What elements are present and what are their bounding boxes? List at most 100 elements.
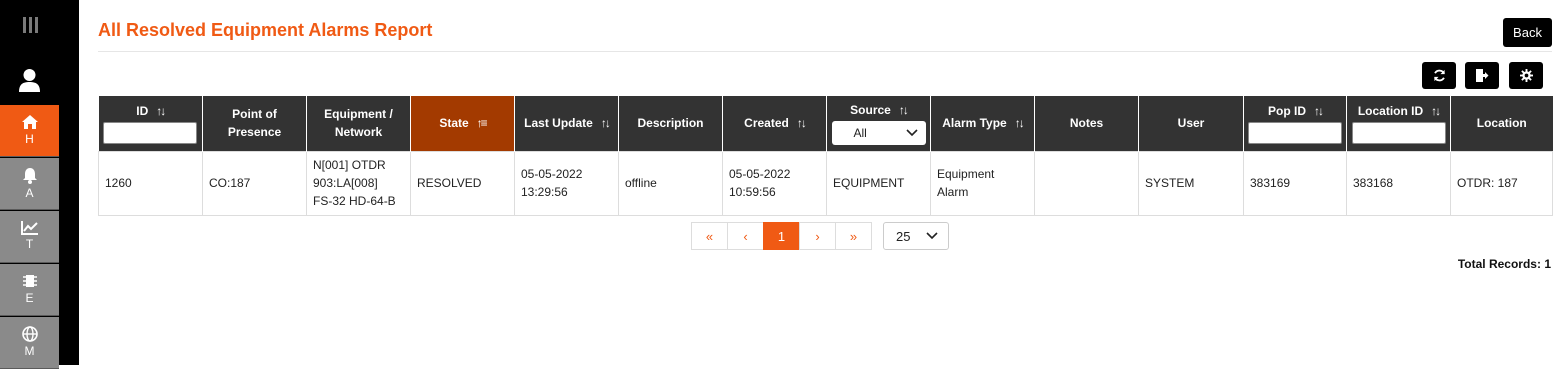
col-notes: Notes — [1034, 96, 1139, 151]
sidebar-item-equipment[interactable]: E — [0, 264, 59, 316]
sort-icon[interactable]: ↑↓ — [601, 114, 611, 132]
sidebar-item-label: M — [24, 344, 35, 358]
menu-icon[interactable] — [22, 17, 40, 35]
sort-icon[interactable]: ↑↓ — [899, 101, 909, 119]
col-alarm-type[interactable]: Alarm Type ↑↓ — [930, 96, 1035, 151]
prev-page-button[interactable]: ‹ — [727, 222, 764, 250]
last-page-button[interactable]: » — [835, 222, 872, 250]
alarms-table: ID ↑↓ Point of Presence Equipment / Netwo… — [98, 96, 1553, 216]
sidebar-item-map[interactable]: M — [0, 317, 59, 369]
alarm-type-line: Equipment — [937, 167, 995, 181]
sort-icon[interactable]: ↑↓ — [1314, 102, 1324, 120]
refresh-icon — [1433, 69, 1445, 82]
equipment-line: N[001] OTDR — [313, 158, 386, 172]
export-icon — [1476, 69, 1489, 82]
col-created-label: Created — [744, 116, 789, 131]
sort-icon[interactable]: ↑↓ — [1431, 102, 1441, 120]
total-records: Total Records: 1 — [1457, 257, 1551, 271]
col-id[interactable]: ID ↑↓ — [98, 96, 203, 151]
col-created[interactable]: Created ↑↓ — [722, 96, 827, 151]
sidebar-item-label: T — [25, 237, 34, 251]
user-icon[interactable] — [19, 68, 40, 92]
first-page-button[interactable]: « — [691, 222, 728, 250]
col-source[interactable]: Source ↑↓ All — [826, 96, 931, 151]
globe-icon — [21, 326, 38, 342]
pop-id-filter-input[interactable] — [1248, 122, 1342, 145]
id-filter-input[interactable] — [103, 122, 198, 145]
cell-id: 1260 — [98, 150, 203, 216]
cell-equipment: N[001] OTDR 903:LA[008] FS-32 HD-64-B — [306, 150, 411, 216]
col-location-id-label: Location ID — [1357, 104, 1424, 119]
sort-icon[interactable]: ↑↓ — [1015, 114, 1025, 132]
title-divider — [98, 51, 1552, 52]
next-page-button[interactable]: › — [799, 222, 836, 250]
equipment-line: FS-32 HD-64-B — [313, 194, 396, 208]
col-user: User — [1138, 96, 1244, 151]
cell-alarm-type: Equipment Alarm — [930, 150, 1035, 216]
sort-asc-icon[interactable]: ↑≡ — [477, 114, 488, 132]
cell-user: SYSTEM — [1138, 150, 1244, 216]
table-row[interactable]: 1260 CO:187 N[001] OTDR 903:LA[008] FS-3… — [98, 150, 1553, 216]
sort-icon[interactable]: ↑↓ — [797, 114, 807, 132]
back-button[interactable]: Back — [1503, 18, 1552, 47]
sort-icon[interactable]: ↑↓ — [156, 102, 166, 120]
export-button[interactable] — [1465, 62, 1499, 89]
col-point-of-presence: Point of Presence — [202, 96, 307, 151]
refresh-button[interactable] — [1422, 62, 1456, 89]
cell-source: EQUIPMENT — [826, 150, 931, 216]
sidebar-item-alarms[interactable]: A — [0, 158, 59, 210]
cell-pop-id: 383169 — [1243, 150, 1347, 216]
bell-icon — [22, 168, 37, 184]
source-filter-select[interactable]: All — [831, 121, 926, 146]
table-header-row: ID ↑↓ Point of Presence Equipment / Netwo… — [98, 96, 1553, 151]
location-id-filter-input[interactable] — [1351, 122, 1446, 145]
cell-location: OTDR: 187 — [1450, 150, 1553, 216]
page-size-value: 25 — [896, 228, 911, 244]
created-time: 10:59:56 — [729, 185, 776, 199]
cell-location-id: 383168 — [1346, 150, 1451, 216]
col-id-label: ID — [136, 104, 149, 119]
home-icon — [21, 115, 38, 129]
col-state[interactable]: State ↑≡ — [410, 96, 515, 151]
sidebar-item-label: E — [25, 291, 34, 305]
pagination: « ‹ 1 › » — [691, 222, 872, 250]
gear-icon — [1519, 69, 1533, 82]
sidebar-rail: H A T E M — [0, 0, 59, 369]
chip-icon — [22, 275, 37, 287]
alarm-type-line: Alarm — [937, 185, 969, 199]
cell-pop: CO:187 — [202, 150, 307, 216]
col-last-update-label: Last Update — [524, 116, 593, 131]
page-title: All Resolved Equipment Alarms Report — [98, 20, 433, 40]
col-location-id[interactable]: Location ID ↑↓ — [1346, 96, 1451, 151]
equipment-line: 903:LA[008] — [313, 176, 378, 190]
col-location: Location — [1450, 96, 1553, 151]
cell-description: offline — [618, 150, 723, 216]
cell-created: 05-05-2022 10:59:56 — [722, 150, 827, 216]
cell-state: RESOLVED — [410, 150, 515, 216]
created-date: 05-05-2022 — [729, 167, 791, 181]
page-size-select[interactable]: 25 — [883, 222, 949, 250]
page-button-current[interactable]: 1 — [763, 222, 800, 250]
col-pop-id-label: Pop ID — [1268, 104, 1306, 119]
col-state-label: State — [439, 116, 469, 131]
sidebar-item-label: H — [25, 132, 34, 146]
col-last-update[interactable]: Last Update ↑↓ — [514, 96, 619, 151]
source-filter-value: All — [853, 126, 867, 141]
settings-button[interactable] — [1509, 62, 1543, 89]
sidebar: H A T E M — [0, 0, 79, 369]
chevron-down-icon — [926, 232, 938, 240]
chevron-down-icon — [905, 129, 918, 137]
cell-last-update: 05-05-2022 13:29:56 — [514, 150, 619, 216]
sidebar-item-trends[interactable]: T — [0, 211, 59, 263]
col-source-label: Source — [850, 103, 891, 118]
sidebar-item-label: A — [25, 186, 34, 200]
col-alarm-type-label: Alarm Type — [942, 116, 1007, 131]
col-description: Description — [618, 96, 723, 151]
trend-chart-icon — [20, 221, 38, 235]
cell-notes — [1034, 150, 1139, 216]
col-equipment-network: Equipment / Network — [306, 96, 411, 151]
last-update-time: 13:29:56 — [521, 185, 568, 199]
last-update-date: 05-05-2022 — [521, 167, 583, 181]
sidebar-item-home[interactable]: H — [0, 105, 59, 157]
col-pop-id[interactable]: Pop ID ↑↓ — [1243, 96, 1347, 151]
